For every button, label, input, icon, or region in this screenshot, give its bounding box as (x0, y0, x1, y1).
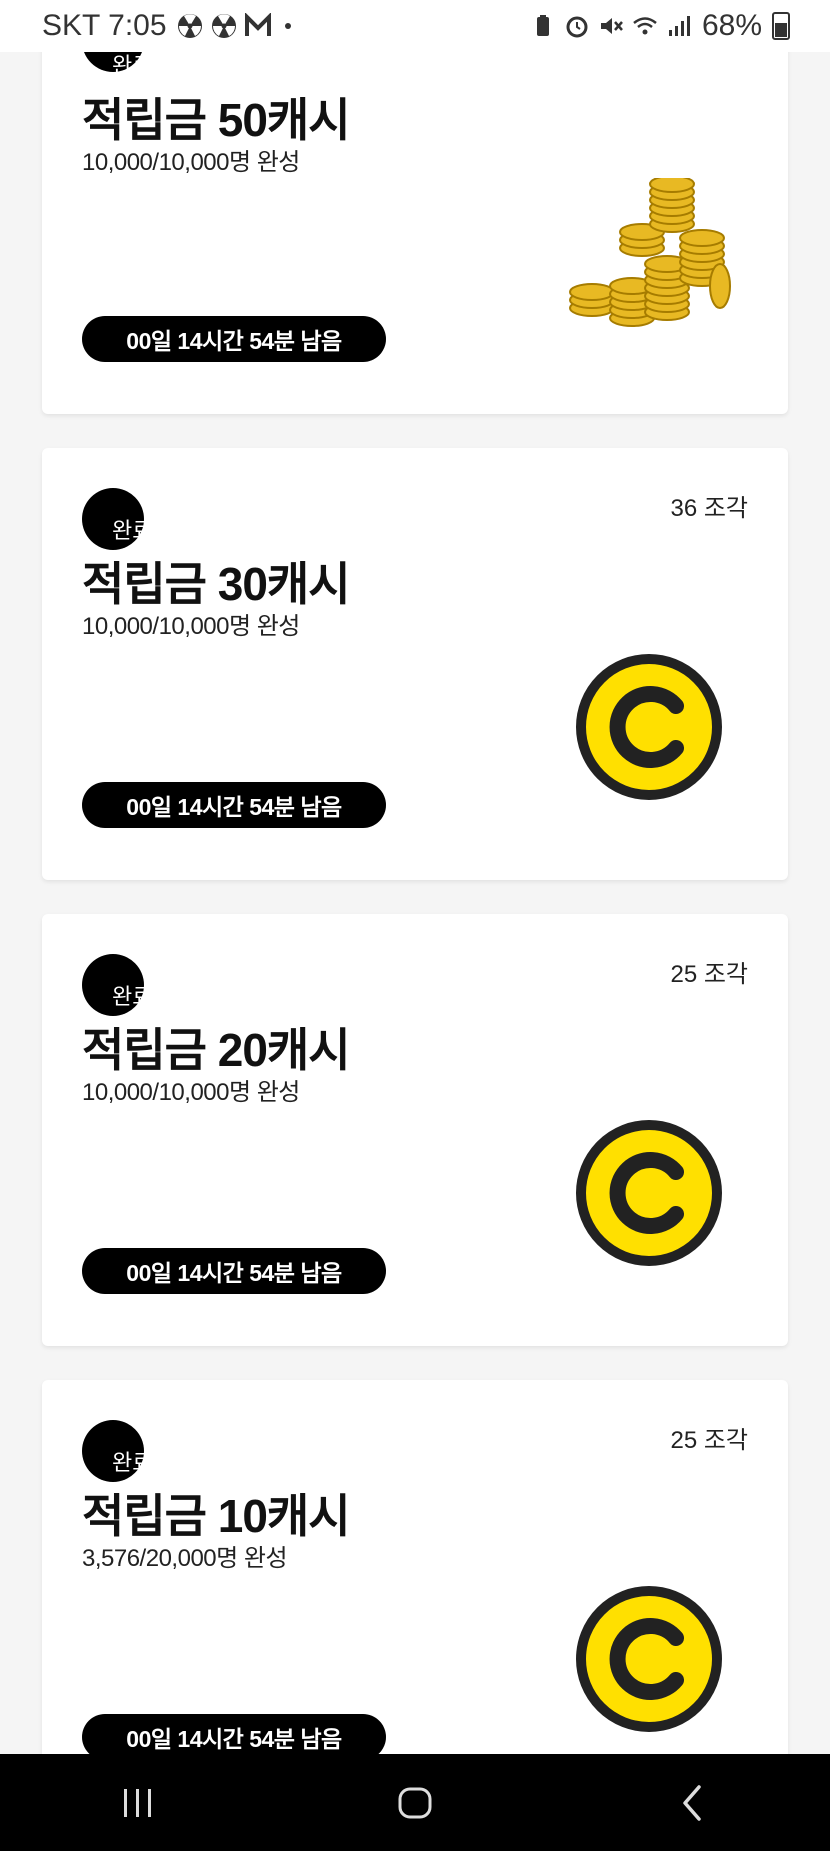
reward-card[interactable]: 36 조각 완료 적립금 30캐시 10,000/10,000명 완성 00일 … (42, 448, 788, 880)
recent-apps-button[interactable] (98, 1773, 178, 1833)
cash-coin-icon (576, 1120, 722, 1266)
gold-coins-stack-icon (569, 178, 731, 327)
alarm-icon (566, 16, 588, 38)
complete-badge-label: 완료 (112, 518, 153, 543)
reward-title: 적립금 10캐시 (82, 1490, 351, 1542)
pieces-count: 36 조각 (670, 495, 748, 522)
complete-badge-label: 완료 (112, 984, 153, 1009)
completion-count: 10,000/10,000명 완성 (82, 1079, 300, 1106)
complete-badge-label: 완료 (112, 1450, 153, 1475)
radiation-icon (177, 14, 202, 38)
pieces-count: 25 조각 (670, 961, 748, 988)
cash-coin-icon (576, 1586, 722, 1732)
time-remaining: 00일 14시간 54분 남음 (82, 1248, 386, 1294)
home-icon (398, 1787, 432, 1818)
completion-count: 3,576/20,000명 완성 (82, 1545, 288, 1572)
mute-icon (600, 18, 623, 34)
completion-count: 10,000/10,000명 완성 (82, 613, 300, 640)
home-button[interactable] (375, 1773, 455, 1833)
reward-card[interactable]: 25 조각 완료 적립금 20캐시 10,000/10,000명 완성 00일 … (42, 914, 788, 1346)
back-icon (682, 1784, 701, 1821)
complete-badge-label: 완료 (112, 53, 153, 78)
completion-count: 10,000/10,000명 완성 (82, 149, 300, 176)
reward-card[interactable]: 25 조각 완료 적립금 10캐시 3,576/20,000명 완성 00일 1… (42, 1380, 788, 1812)
notification-dot-icon (284, 23, 291, 29)
carrier-time: SKT 7:05 (42, 9, 167, 42)
time-remaining: 00일 14시간 54분 남음 (82, 782, 386, 828)
pieces-count: 25 조각 (670, 1427, 748, 1454)
time-remaining: 00일 14시간 54분 남음 (82, 316, 386, 362)
reward-title: 적립금 20캐시 (82, 1024, 351, 1076)
status-bar: SKT 7:05 68% (0, 0, 830, 52)
battery-saver-icon (536, 15, 549, 36)
back-button[interactable] (652, 1773, 732, 1833)
reward-card[interactable]: 완료 적립금 50캐시 10,000/10,000명 완성 00일 14시간 5… (42, 0, 788, 414)
reward-title: 적립금 50캐시 (82, 94, 351, 146)
battery-icon (772, 12, 790, 40)
reward-title: 적립금 30캐시 (82, 558, 351, 610)
signal-icon (668, 16, 690, 36)
wifi-icon (633, 17, 657, 35)
radiation-icon (211, 14, 236, 38)
battery-percent: 68% (701, 9, 762, 42)
cash-coin-icon (576, 654, 722, 800)
navigation-bar (0, 1754, 830, 1851)
recent-apps-icon (124, 1788, 152, 1817)
gmail-icon (244, 13, 271, 36)
